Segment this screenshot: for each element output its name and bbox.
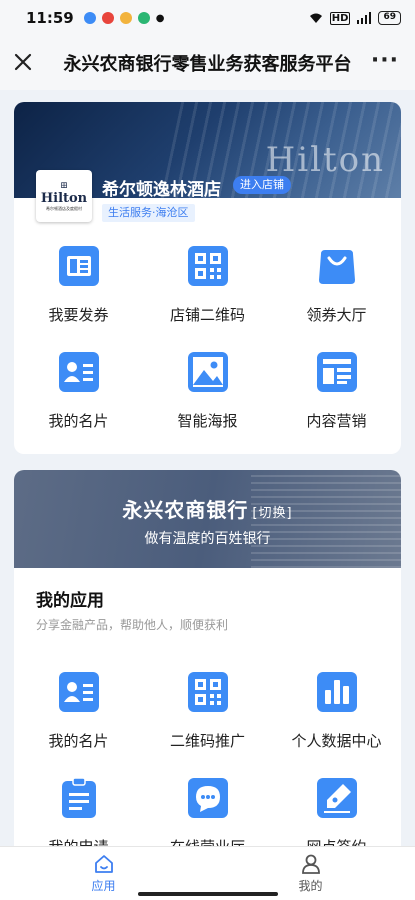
app-item-label: 个人数据中心: [291, 732, 382, 750]
store-item-poster[interactable]: 智能海报: [143, 346, 272, 452]
shopping-bag-icon: [318, 250, 355, 284]
store-logo: ⊞ Hilton 希尔顿酒店及度假村: [36, 170, 92, 222]
title-bar: 永兴农商银行零售业务获客服务平台 ···: [0, 36, 415, 90]
poster-image-icon: [187, 352, 228, 392]
battery-indicator: 69: [378, 11, 401, 25]
coupon-icon: [58, 246, 99, 286]
nav-label-apps: 应用: [91, 879, 116, 893]
bank-name: 永兴农商银行: [122, 498, 249, 522]
notification-dot-icon: ●: [155, 12, 165, 24]
app-item-branch-signing[interactable]: 网点签约: [272, 772, 401, 850]
store-item-label: 智能海报: [177, 412, 238, 430]
signal-icon: [357, 12, 372, 24]
store-item-label: 内容营销: [306, 412, 367, 430]
store-name: 希尔顿逸林酒店: [102, 180, 221, 200]
clipboard-icon: [61, 777, 96, 818]
my-apps-subtitle: 分享金融产品，帮助他人，顺便获利: [36, 618, 229, 632]
status-left: 11:59 ●: [26, 9, 164, 27]
more-options-icon[interactable]: ···: [371, 50, 399, 72]
home-icon: [94, 855, 113, 873]
weibo-icon: [101, 12, 114, 24]
nav-label-mine: 我的: [298, 879, 323, 893]
play-app-icon: [137, 12, 150, 24]
qrcode-icon: [187, 246, 228, 286]
my-apps-title: 我的应用: [36, 591, 104, 611]
logo-text: Hilton: [40, 190, 88, 206]
store-card: Hilton ⊞ Hilton 希尔顿酒店及度假村 希尔顿逸林酒店 进入店铺 生…: [14, 102, 401, 454]
store-item-business-card[interactable]: 我的名片: [14, 346, 143, 452]
banner-watermark: Hilton: [265, 140, 385, 180]
store-item-label: 店铺二维码: [169, 306, 245, 324]
bank-slogan: 做有温度的百姓银行: [144, 531, 271, 547]
store-category-tag: 生活服务·海沧区: [102, 204, 195, 222]
bar-chart-icon: [316, 672, 357, 712]
page-title: 永兴农商银行零售业务获客服务平台: [63, 54, 352, 75]
home-indicator: [138, 892, 278, 896]
business-card-icon: [58, 672, 99, 712]
game-app-icon: [119, 12, 132, 24]
store-item-qrcode[interactable]: 店铺二维码: [143, 240, 272, 346]
store-function-grid: 我要发券 店铺二维码 领券大厅 我的名片 智能海报 内容营销: [14, 240, 401, 452]
wifi-icon: [309, 13, 322, 23]
app-item-label: 我的名片: [48, 732, 109, 750]
store-item-label: 我的名片: [48, 412, 109, 430]
status-right: HD 69: [308, 11, 401, 25]
app-item-label: 二维码推广: [169, 732, 245, 750]
app-item-online-hall[interactable]: 在线营业厅: [143, 772, 272, 850]
bank-app-grid: 我的名片 二维码推广 个人数据中心 我的申请 在线营业厅 网点签约: [14, 666, 401, 850]
store-item-content-marketing[interactable]: 内容营销: [272, 346, 401, 452]
store-item-coupon[interactable]: 我要发券: [14, 240, 143, 346]
store-item-label: 我要发券: [48, 306, 109, 324]
user-icon: [301, 854, 320, 874]
status-bar: 11:59 ● HD 69: [0, 0, 415, 36]
status-time: 11:59: [26, 9, 74, 27]
bank-banner: 永兴农商银行 [切换] 做有温度的百姓银行: [14, 470, 401, 568]
hilton-mark-icon: ⊞: [60, 180, 68, 191]
app-item-business-card[interactable]: 我的名片: [14, 666, 143, 772]
content-layout-icon: [316, 352, 357, 392]
video-app-icon: [83, 12, 96, 24]
hd-icon: HD: [329, 11, 351, 25]
bank-name-row: 永兴农商银行 [切换]: [14, 494, 401, 523]
pen-sign-icon: [316, 778, 357, 818]
logo-subtext: 希尔顿酒店及度假村: [46, 205, 82, 211]
app-item-data-center[interactable]: 个人数据中心: [272, 666, 401, 772]
store-item-coupon-hall[interactable]: 领券大厅: [272, 240, 401, 346]
close-icon[interactable]: [12, 51, 34, 73]
app-item-qrcode-promo[interactable]: 二维码推广: [143, 666, 272, 772]
qrcode-icon: [187, 672, 228, 712]
app-item-my-application[interactable]: 我的申请: [14, 772, 143, 850]
business-card-icon: [58, 352, 99, 392]
bank-card: 永兴农商银行 [切换] 做有温度的百姓银行 我的应用 分享金融产品，帮助他人，顺便…: [14, 470, 401, 850]
switch-bank-link[interactable]: [切换]: [252, 506, 292, 521]
chat-bubble-icon: [187, 778, 228, 818]
enter-store-button[interactable]: 进入店铺: [233, 176, 291, 194]
store-item-label: 领券大厅: [306, 306, 367, 324]
